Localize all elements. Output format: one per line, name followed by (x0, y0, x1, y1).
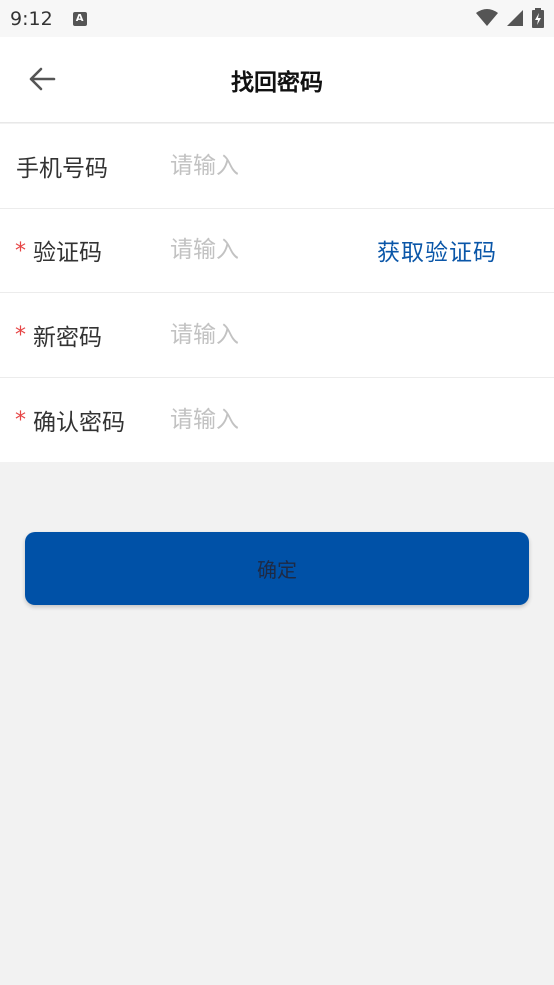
phone-label: 手机号码 (16, 155, 108, 182)
required-mark: * (15, 238, 26, 264)
reset-password-form: 手机号码 * 验证码 获取验证码 * 新密码 * 确认密码 (0, 124, 554, 462)
get-code-button[interactable]: 获取验证码 (377, 233, 497, 267)
required-mark: * (15, 407, 26, 433)
required-mark: * (15, 323, 26, 348)
new-password-row: * 新密码 (0, 293, 554, 378)
verification-code-input[interactable] (170, 230, 350, 271)
confirm-password-row: * 确认密码 (0, 378, 554, 463)
nav-bar: 找回密码 (0, 37, 554, 123)
phone-row: 手机号码 (0, 124, 554, 209)
confirm-password-input[interactable] (170, 399, 350, 440)
battery-icon (532, 8, 544, 28)
page-title: 找回密码 (231, 70, 323, 96)
status-bar: 9:12 A (0, 0, 554, 37)
phone-input[interactable] (170, 145, 350, 186)
confirm-button[interactable]: 确定 (25, 532, 529, 605)
new-password-label: 新密码 (33, 324, 102, 351)
wifi-icon (476, 9, 498, 26)
status-icons (476, 8, 544, 28)
status-time: 9:12 (10, 7, 53, 30)
confirm-password-label: 确认密码 (33, 409, 125, 436)
new-password-input[interactable] (170, 314, 350, 355)
signal-icon (507, 10, 523, 26)
verification-code-row: * 验证码 获取验证码 (0, 209, 554, 293)
verification-code-label: 验证码 (33, 240, 102, 267)
notification-icon: A (72, 11, 87, 26)
